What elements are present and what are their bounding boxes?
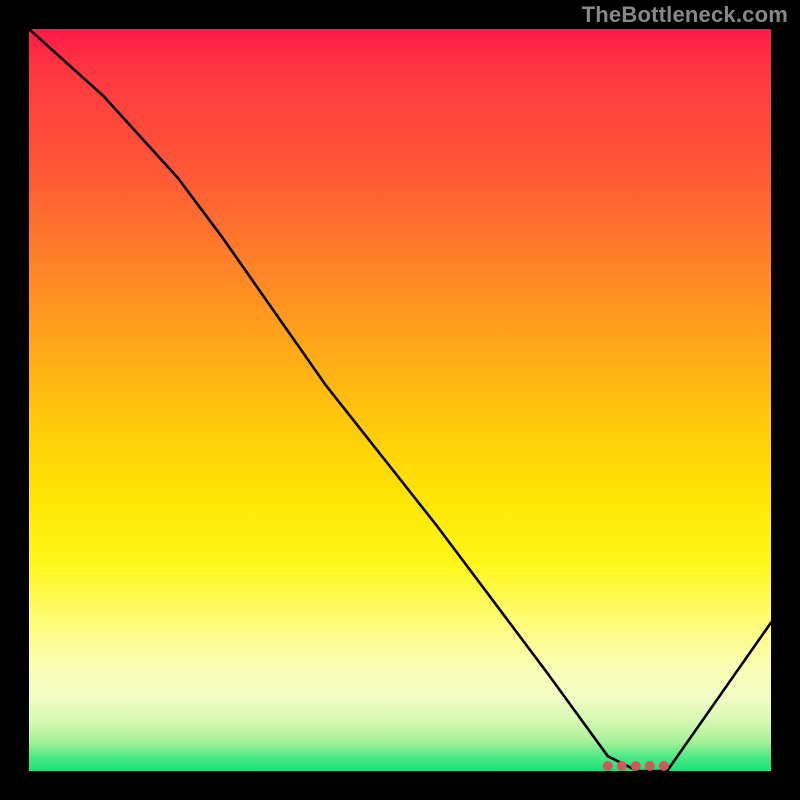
heat-gradient	[29, 29, 771, 771]
chart-frame: TheBottleneck.com	[0, 0, 800, 800]
plot-area	[29, 29, 771, 771]
attribution-label: TheBottleneck.com	[582, 2, 788, 28]
